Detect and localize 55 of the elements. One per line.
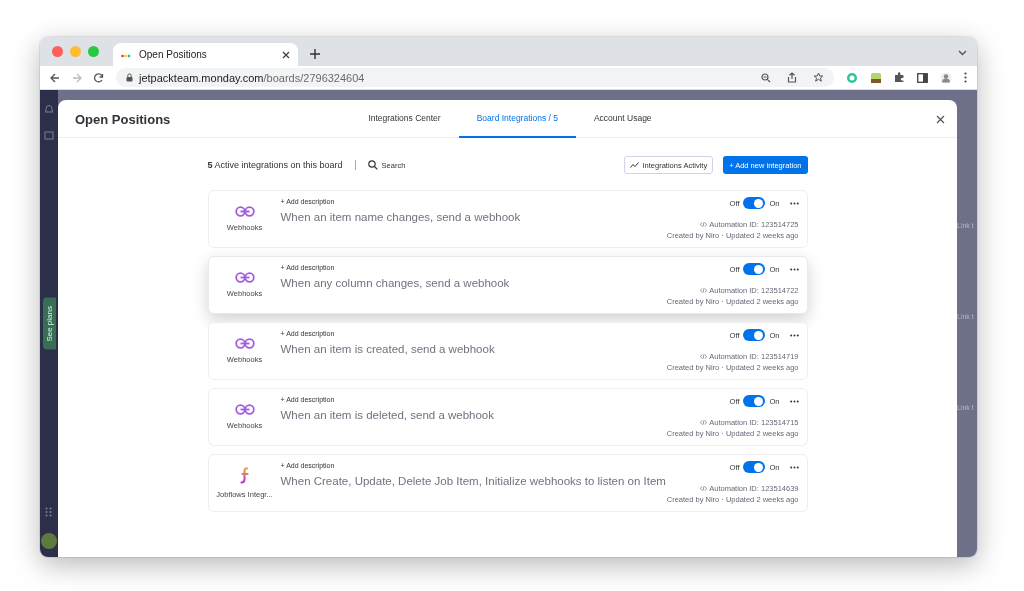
- zoom-icon[interactable]: [761, 72, 771, 83]
- user-avatar[interactable]: [41, 533, 57, 549]
- dialog-tab[interactable]: Integrations Center: [350, 100, 459, 138]
- link-rings-icon: [234, 404, 255, 415]
- close-button[interactable]: [936, 114, 945, 124]
- apps-grid-icon[interactable]: [45, 507, 53, 517]
- new-tab-icon[interactable]: [310, 49, 320, 59]
- more-icon[interactable]: [789, 399, 799, 403]
- sidebar-icon[interactable]: [917, 72, 928, 83]
- browser-tab[interactable]: Open Positions: [113, 43, 298, 66]
- puzzle-icon[interactable]: [894, 72, 905, 83]
- more-icon[interactable]: [789, 201, 799, 205]
- code-icon: [700, 486, 708, 491]
- bell-icon[interactable]: [44, 104, 54, 114]
- trend-line-icon: [629, 162, 639, 168]
- search-icon: [367, 160, 378, 170]
- more-icon[interactable]: [789, 465, 799, 469]
- code-icon: [700, 420, 708, 425]
- link-rings-icon: [234, 338, 255, 349]
- link-rings-icon: [234, 206, 255, 217]
- more-icon[interactable]: [789, 333, 799, 337]
- dialog-title: Open Positions: [75, 111, 172, 127]
- close-icon[interactable]: [282, 50, 290, 59]
- integration-title: When an item is deleted, send a webhook: [280, 409, 496, 421]
- avatar-icon[interactable]: [940, 71, 952, 84]
- integration-title: When an item name changes, send a webhook: [280, 211, 522, 223]
- address-field[interactable]: jetpackteam.monday.com/boards/2796324604: [116, 68, 834, 87]
- lock-icon: [126, 73, 133, 82]
- toggle-switch[interactable]: [743, 461, 766, 473]
- code-icon: [700, 354, 708, 359]
- integrations-count: 5 Active integrations on this board: [207, 160, 343, 170]
- more-icon[interactable]: [789, 267, 799, 271]
- close-icon: [936, 114, 945, 124]
- more-icon[interactable]: [964, 72, 967, 83]
- star-icon[interactable]: [813, 72, 824, 83]
- code-icon: [700, 288, 708, 293]
- integration-title: When an item is created, send a webhook: [280, 343, 496, 355]
- back-arrow-icon[interactable]: [50, 72, 60, 83]
- see-plans-button[interactable]: See plans: [42, 297, 56, 350]
- script-f-icon: [239, 467, 250, 484]
- code-icon: [700, 222, 708, 227]
- calendar-icon[interactable]: [44, 130, 54, 140]
- extension-icon[interactable]: [870, 71, 882, 84]
- integration-title: When any column changes, send a webhook: [280, 277, 511, 289]
- toggle-switch[interactable]: [743, 197, 766, 209]
- toggle-switch[interactable]: [743, 263, 766, 275]
- toggle-switch[interactable]: [743, 329, 766, 341]
- reload-icon[interactable]: [94, 72, 104, 83]
- dialog-tab[interactable]: Account Usage: [575, 100, 670, 138]
- link-rings-icon: [234, 272, 255, 283]
- share-icon[interactable]: [787, 72, 797, 83]
- chevron-down-icon[interactable]: [958, 50, 967, 56]
- toggle-switch[interactable]: [743, 395, 766, 407]
- dialog-tab[interactable]: Board Integrations / 5: [458, 100, 576, 138]
- integration-title: When Create, Update, Delete Job Item, Initialize webhooks to listen on Item: [280, 475, 667, 487]
